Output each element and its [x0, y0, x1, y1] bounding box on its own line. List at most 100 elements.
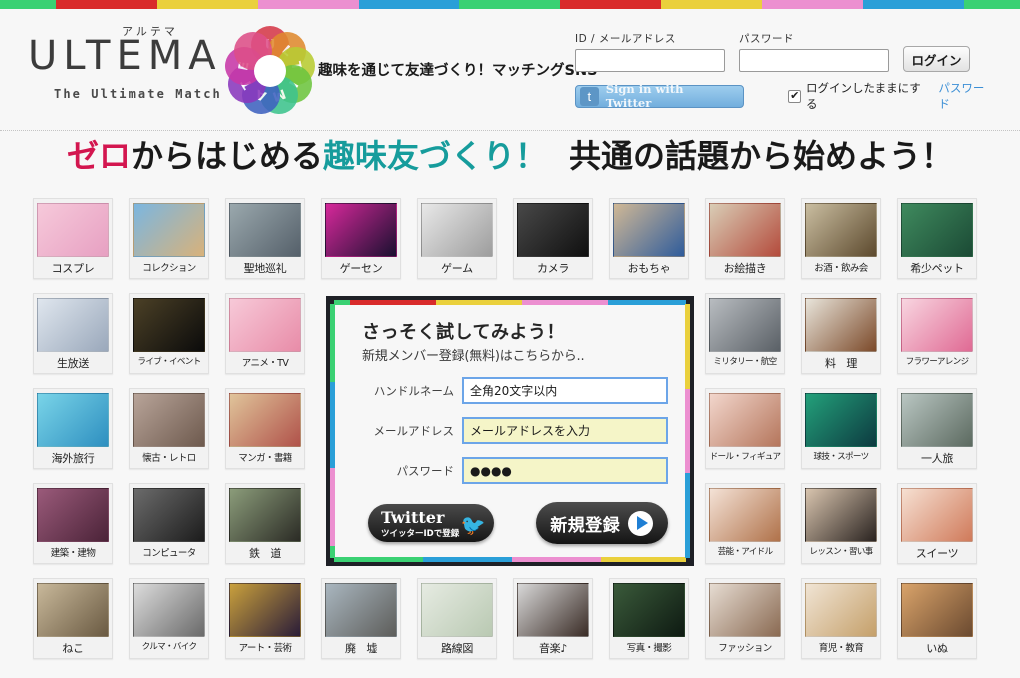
category-tile-drinks[interactable]: お酒・飲み会 — [801, 198, 881, 279]
category-thumbnail — [37, 393, 109, 447]
twitter-bird-icon: 🐦 — [460, 515, 486, 537]
keep-logged-in-group[interactable]: ログインしたままにする パスワード — [788, 80, 995, 112]
twitter-signin-label: Sign in with Twitter — [605, 82, 684, 110]
category-tile-sweets[interactable]: スイーツ — [897, 483, 977, 564]
category-thumbnail — [229, 203, 301, 257]
category-tile-label: 球技・スポーツ — [813, 452, 869, 462]
category-thumbnail — [517, 583, 589, 637]
category-tile-computer[interactable]: コンピュータ — [129, 483, 209, 564]
signup-border-bottom — [334, 557, 686, 562]
category-tile-collection[interactable]: コレクション — [129, 198, 209, 279]
signup-border-segment — [330, 546, 335, 558]
category-tile-toys[interactable]: おもちゃ — [609, 198, 689, 279]
category-tile-music[interactable]: 音楽♪ — [513, 578, 593, 659]
signup-handle-field: ハンドルネーム — [362, 377, 668, 404]
signup-form-panel: さっそく試してみよう！ 新規メンバー登録(無料)はこちらから.. ハンドルネーム… — [326, 296, 694, 566]
signup-border-segment — [435, 300, 523, 305]
login-id-input[interactable] — [575, 49, 725, 72]
category-tile-label: ゲーム — [441, 262, 473, 275]
category-tile-childcare[interactable]: 育児・教育 — [801, 578, 881, 659]
category-tile-label: 一人旅 — [920, 452, 954, 465]
signup-password-input[interactable] — [462, 457, 668, 484]
category-tile-dog[interactable]: いぬ — [897, 578, 977, 659]
category-tile-camera[interactable]: カメラ — [513, 198, 593, 279]
category-tile-retro[interactable]: 懐古・レトロ — [129, 388, 209, 469]
site-logo[interactable]: アルテマ ULTEMA The Ultimate Match ULTIMATE — [28, 23, 328, 120]
category-tile-art[interactable]: アート・芸術 — [225, 578, 305, 659]
category-tile-overseas-travel[interactable]: 海外旅行 — [33, 388, 113, 469]
category-tile-live-event[interactable]: ライブ・イベント — [129, 293, 209, 374]
signup-register-label: 新規登録 — [550, 515, 621, 536]
category-tile-label: 建築・建物 — [50, 548, 96, 559]
signup-border-segment — [522, 300, 609, 305]
signup-register-button[interactable]: 新規登録 — [535, 502, 668, 544]
category-tile-anime-tv[interactable]: アニメ・TV — [225, 293, 305, 374]
category-tile-live-broadcast[interactable]: 生放送 — [33, 293, 113, 374]
category-tile-architecture[interactable]: 建築・建物 — [33, 483, 113, 564]
category-tile-solo-travel[interactable]: 一人旅 — [897, 388, 977, 469]
keep-logged-in-checkbox[interactable] — [788, 89, 801, 103]
category-tile-label: 懐古・レトロ — [142, 453, 196, 464]
category-tile-doll-figure[interactable]: ドール・フィギュア — [705, 388, 785, 469]
signup-handle-label: ハンドルネーム — [373, 383, 454, 398]
category-tile-ball-sports[interactable]: 球技・スポーツ — [801, 388, 881, 469]
login-button[interactable]: ログイン — [903, 46, 970, 72]
signup-twitter-button[interactable]: Twitter ツイッターIDで登録 🐦 — [368, 504, 494, 542]
category-thumbnail — [901, 488, 973, 542]
category-tile-manga-books[interactable]: マンガ・書籍 — [225, 388, 305, 469]
twitter-signin-button[interactable]: t Sign in with Twitter — [575, 82, 745, 110]
category-thumbnail — [805, 203, 877, 257]
category-tile-ruins[interactable]: 廃 墟 — [321, 578, 401, 659]
category-tile-route-map[interactable]: 路線図 — [417, 578, 497, 659]
category-tile-arcade[interactable]: ゲーセン — [321, 198, 401, 279]
category-tile-drawing[interactable]: お絵描き — [705, 198, 785, 279]
category-thumbnail — [133, 393, 205, 447]
top-strip-segment — [661, 0, 763, 9]
category-tile-flower-arrange[interactable]: フラワーアレンジ — [897, 293, 977, 374]
category-tile-entertainment-idol[interactable]: 芸能・アイドル — [705, 483, 785, 564]
category-tile-label: 希少ペット — [910, 262, 964, 275]
category-tile-label: 路線図 — [440, 642, 474, 655]
category-tile-label: ゲーセン — [339, 262, 383, 275]
top-strip-segment — [358, 0, 460, 9]
category-tile-lessons[interactable]: レッスン・習い事 — [801, 483, 881, 564]
login-password-input[interactable] — [739, 49, 889, 72]
login-id-field-group: ID / メールアドレス — [575, 31, 725, 72]
category-tile-cooking[interactable]: 料 理 — [801, 293, 881, 374]
top-strip-segment — [55, 0, 157, 9]
category-tile-label: アニメ・TV — [241, 358, 289, 369]
twitter-bird-icon: t — [580, 86, 599, 106]
top-color-strip — [0, 0, 1020, 9]
category-thumbnail — [805, 583, 877, 637]
logo-wordmark: ULTEMA — [28, 33, 222, 79]
category-tile-fashion[interactable]: ファッション — [705, 578, 785, 659]
password-reset-link[interactable]: パスワード — [938, 80, 995, 112]
category-tile-label: カメラ — [536, 262, 570, 275]
category-thumbnail — [421, 583, 493, 637]
signup-border-top — [334, 300, 687, 305]
category-tile-railway[interactable]: 鉄 道 — [225, 483, 305, 564]
category-thumbnail — [901, 393, 973, 447]
keep-logged-in-label: ログインしたままにする — [806, 81, 921, 111]
category-tile-game[interactable]: ゲーム — [417, 198, 497, 279]
category-tile-car-bike[interactable]: クルマ・バイク — [129, 578, 209, 659]
signup-form-inner: さっそく試してみよう！ 新規メンバー登録(無料)はこちらから.. ハンドルネーム… — [334, 304, 686, 558]
category-tile-rare-pet[interactable]: 希少ペット — [897, 198, 977, 279]
category-tile-label: 芸能・アイドル — [717, 547, 774, 557]
top-strip-segment — [257, 0, 359, 9]
category-tile-label: 聖地巡礼 — [243, 262, 287, 275]
category-tile-label: 育児・教育 — [818, 643, 864, 654]
category-tile-label: いぬ — [926, 642, 948, 655]
signup-email-input[interactable] — [462, 417, 668, 444]
category-tile-cat[interactable]: ねこ — [33, 578, 113, 659]
category-tile-photography[interactable]: 写真・撮影 — [609, 578, 689, 659]
category-thumbnail — [37, 488, 109, 542]
signup-border-segment — [601, 557, 686, 562]
category-tile-pilgrimage[interactable]: 聖地巡礼 — [225, 198, 305, 279]
category-tile-label: マンガ・書籍 — [238, 453, 292, 464]
signup-border-segment — [334, 300, 350, 305]
category-tile-military-aviation[interactable]: ミリタリー・航空 — [705, 293, 785, 374]
category-tile-cosplay[interactable]: コスプレ — [33, 198, 113, 279]
signup-handle-input[interactable] — [462, 377, 668, 404]
category-tile-label: フラワーアレンジ — [905, 357, 970, 367]
